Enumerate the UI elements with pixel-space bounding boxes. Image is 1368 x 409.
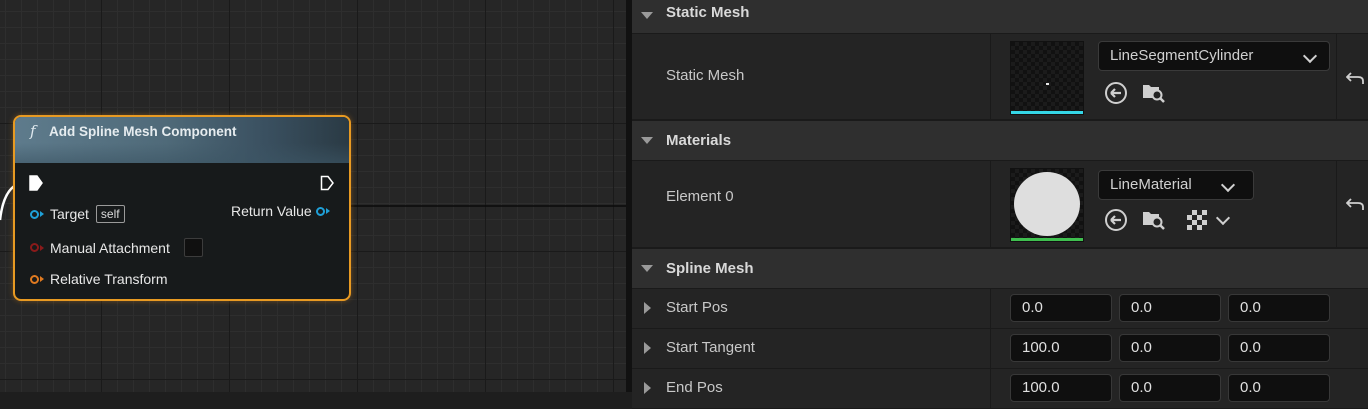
- static-mesh-asset-combo[interactable]: LineSegmentCylinder: [1098, 41, 1330, 71]
- target-default-value: self: [95, 205, 125, 223]
- property-row-start-tangent[interactable]: Start Tangent 100.0 0.0 0.0: [632, 329, 1368, 369]
- category-materials[interactable]: Materials: [632, 120, 1368, 161]
- material-checker-icon[interactable]: [1185, 208, 1209, 232]
- bool-pin-icon[interactable]: [30, 243, 44, 252]
- manual-attachment-label: Manual Attachment: [50, 239, 170, 256]
- static-mesh-thumbnail[interactable]: [1010, 41, 1084, 115]
- blueprint-graph[interactable]: f Add Spline Mesh Component Target self …: [0, 0, 626, 392]
- property-row-end-pos[interactable]: End Pos 100.0 0.0 0.0: [632, 369, 1368, 409]
- return-value-label: Return Value: [231, 203, 312, 219]
- category-spline-mesh[interactable]: Spline Mesh: [632, 248, 1368, 289]
- chevron-down-icon[interactable]: [1215, 210, 1231, 226]
- details-panel: Static Mesh Static Mesh LineSegmentCylin…: [632, 0, 1368, 409]
- reset-to-default-icon[interactable]: [1346, 71, 1364, 85]
- relative-transform-label: Relative Transform: [50, 271, 168, 287]
- material-thumbnail[interactable]: [1010, 168, 1084, 242]
- manual-attachment-checkbox[interactable]: [183, 238, 203, 257]
- browse-asset-icon[interactable]: [1141, 207, 1165, 231]
- reset-to-default-icon[interactable]: [1346, 197, 1364, 211]
- property-row-static-mesh: Static Mesh LineSegmentCylinder: [632, 34, 1368, 120]
- end-pos-x-field[interactable]: 100.0: [1010, 374, 1112, 402]
- start-tangent-y-field[interactable]: 0.0: [1119, 334, 1221, 362]
- collapse-arrow-icon[interactable]: [641, 12, 653, 19]
- object-pin-icon[interactable]: [315, 206, 330, 216]
- property-row-element-0: Element 0 LineMaterial: [632, 161, 1368, 248]
- static-mesh-asset-name: LineSegmentCylinder: [1110, 47, 1254, 64]
- start-pos-y-field[interactable]: 0.0: [1119, 294, 1221, 322]
- chevron-down-icon: [1302, 48, 1318, 64]
- material-asset-combo[interactable]: LineMaterial: [1098, 170, 1254, 200]
- node-title: Add Spline Mesh Component: [49, 124, 237, 139]
- chevron-down-icon: [1220, 177, 1236, 193]
- collapse-arrow-icon[interactable]: [641, 265, 653, 272]
- material-asset-name: LineMaterial: [1110, 176, 1192, 193]
- expand-arrow-icon[interactable]: [644, 342, 651, 354]
- start-pos-z-field[interactable]: 0.0: [1228, 294, 1330, 322]
- property-row-start-pos[interactable]: Start Pos 0.0 0.0 0.0: [632, 289, 1368, 329]
- expand-arrow-icon[interactable]: [644, 382, 651, 394]
- start-tangent-z-field[interactable]: 0.0: [1228, 334, 1330, 362]
- browse-asset-icon[interactable]: [1141, 80, 1165, 104]
- category-title: Static Mesh: [666, 4, 750, 21]
- category-static-mesh[interactable]: Static Mesh: [632, 0, 1368, 34]
- collapse-arrow-icon[interactable]: [641, 137, 653, 144]
- end-pos-y-field[interactable]: 0.0: [1119, 374, 1221, 402]
- use-selected-asset-icon[interactable]: [1104, 208, 1128, 232]
- end-pos-z-field[interactable]: 0.0: [1228, 374, 1330, 402]
- property-label: Element 0: [666, 188, 734, 205]
- category-title: Spline Mesh: [666, 260, 754, 277]
- property-label: End Pos: [666, 379, 723, 396]
- exec-in-pin-icon[interactable]: [29, 175, 43, 191]
- target-label: Target: [50, 206, 89, 222]
- add-spline-mesh-component-node[interactable]: f Add Spline Mesh Component Target self …: [13, 115, 351, 301]
- node-header[interactable]: f Add Spline Mesh Component: [15, 117, 349, 163]
- property-label: Start Pos: [666, 299, 728, 316]
- expand-arrow-icon[interactable]: [644, 302, 651, 314]
- relative-transform-pin-row[interactable]: Relative Transform: [30, 271, 167, 287]
- property-label: Start Tangent: [666, 339, 755, 356]
- category-title: Materials: [666, 132, 732, 149]
- use-selected-asset-icon[interactable]: [1104, 81, 1128, 105]
- property-label: Static Mesh: [666, 67, 745, 84]
- target-pin-row[interactable]: Target self: [30, 205, 125, 223]
- start-tangent-x-field[interactable]: 100.0: [1010, 334, 1112, 362]
- return-value-pin-row[interactable]: Return Value: [231, 203, 330, 219]
- start-pos-x-field[interactable]: 0.0: [1010, 294, 1112, 322]
- exec-out-pin-icon[interactable]: [320, 175, 335, 191]
- function-icon: f: [30, 122, 36, 140]
- struct-pin-icon[interactable]: [30, 274, 44, 284]
- manual-attachment-pin-row[interactable]: Manual Attachment: [30, 238, 203, 257]
- object-pin-icon[interactable]: [30, 209, 44, 219]
